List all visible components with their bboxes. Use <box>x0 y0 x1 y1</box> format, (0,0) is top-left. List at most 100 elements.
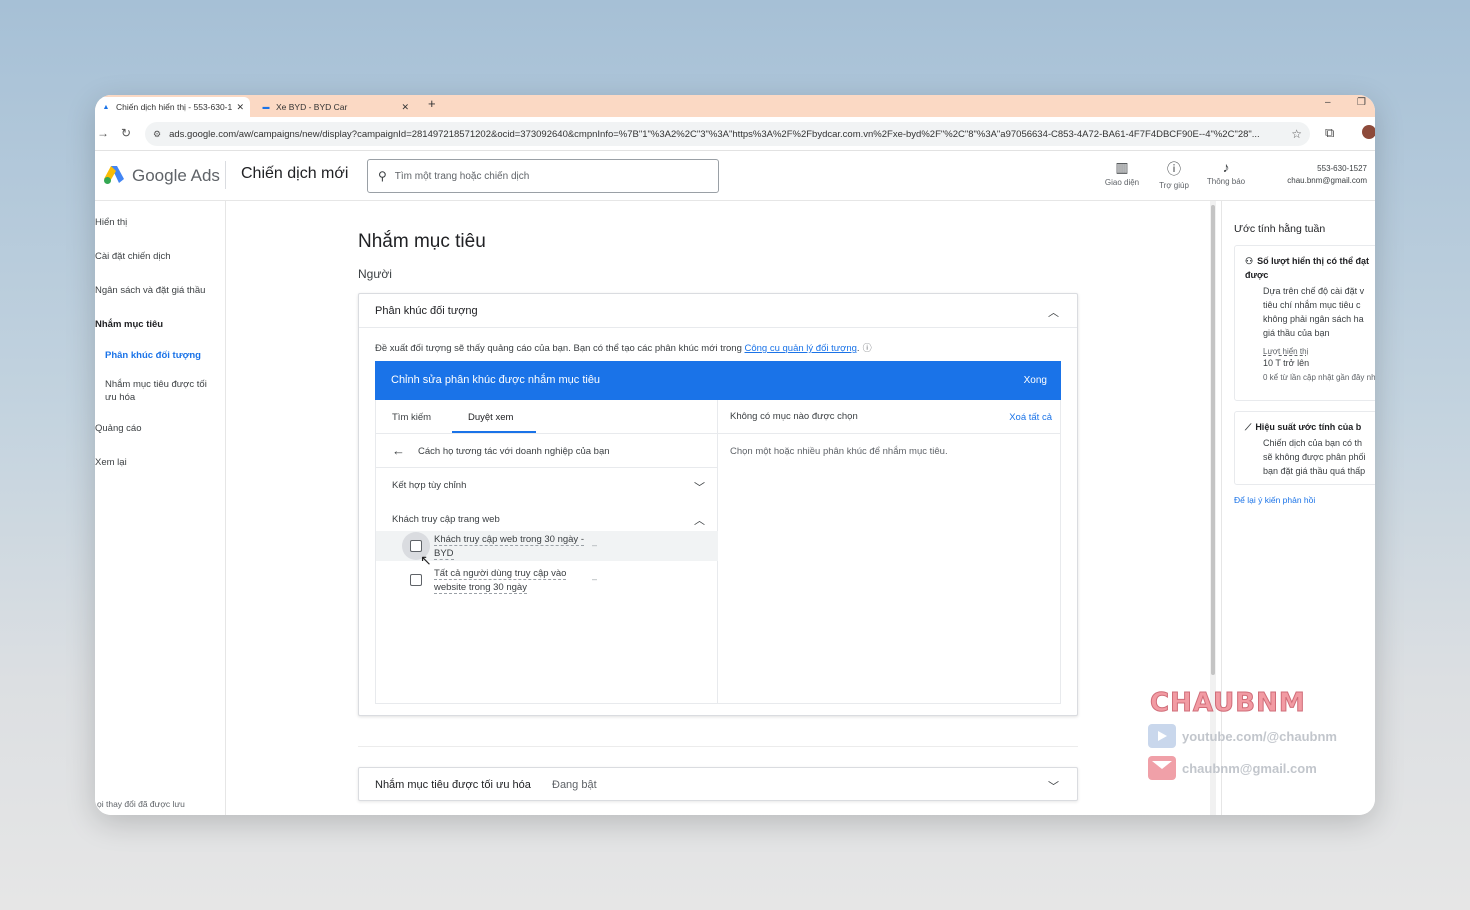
save-status: ọi thay đổi đã được lưu <box>97 799 185 809</box>
byd-favicon-icon: ▬ <box>262 103 270 111</box>
update-note: 0 kể từ lần cập nhật gần đây nhất <box>1263 373 1375 382</box>
search-input[interactable]: ⚲ Tìm một trang hoặc chiến dịch <box>367 159 719 193</box>
new-tab-button[interactable]: + <box>428 96 436 111</box>
card-header[interactable]: Phân khúc đối tượng ︿ <box>359 294 1077 328</box>
minimize-button[interactable]: – <box>1325 97 1331 108</box>
youtube-icon <box>1148 724 1176 748</box>
card-title: Nhắm mục tiêu được tối ưu hóa <box>375 779 531 791</box>
chevron-up-icon[interactable]: ︿ <box>694 512 705 528</box>
category-label: Cách họ tương tác với doanh nghiệp của b… <box>418 446 610 457</box>
help-label: Trợ giúp <box>1159 181 1189 190</box>
bell-icon: ♪ <box>1222 159 1230 175</box>
brand-name: Google Ads <box>132 166 220 185</box>
help-circle-icon[interactable]: ⓘ <box>863 343 872 353</box>
clear-all-button[interactable]: Xoá tất cả <box>1009 412 1052 423</box>
card-description: Đề xuất đối tượng sẽ thấy quảng cáo của … <box>375 341 872 354</box>
selected-title: Không có mục nào được chọn <box>730 411 858 422</box>
reload-icon[interactable]: ↻ <box>121 126 131 140</box>
performance-card: ⟋ Hiệu suất ước tính của b Chiến dịch của… <box>1234 411 1375 485</box>
impressions-title: ⚇ Số lượt hiển thị có thể đạt được <box>1245 256 1369 280</box>
ads-header: Google Ads Chiến dịch mới ⚲ Tìm một tran… <box>95 151 1375 201</box>
trending-icon: ⟋ <box>1245 422 1252 432</box>
extensions-icon[interactable]: ⧉ <box>1325 125 1334 141</box>
impressions-line: giá thầu của bạn <box>1263 328 1330 338</box>
nav-item-optimized-targeting[interactable]: Nhắm mục tiêu được tối ưu hóa <box>105 378 217 404</box>
address-row: → ↻ ⚙ ads.google.com/aw/campaigns/new/di… <box>95 117 1375 151</box>
address-bar[interactable]: ⚙ ads.google.com/aw/campaigns/new/displa… <box>145 122 1310 146</box>
people-icon: ⚇ <box>1245 256 1254 266</box>
list-item[interactable]: Khách truy cập web trong 30 ngày - BYD –… <box>376 531 718 568</box>
audience-manager-link[interactable]: Công cụ quản lý đối tượng <box>745 343 857 354</box>
chevron-down-icon[interactable]: ﹀ <box>694 479 705 495</box>
segment-checkbox[interactable] <box>410 574 422 586</box>
segment-size: – <box>592 540 598 550</box>
watermark-email: chaubnm@gmail.com <box>1148 756 1317 780</box>
tab-browse[interactable]: Duyệt xem <box>468 412 513 423</box>
main-content: Nhắm mục tiêu Người Phân khúc đối tượng … <box>226 201 1221 815</box>
tab-title: Xe BYD - BYD Car <box>276 102 348 112</box>
chevron-up-icon[interactable]: ︿ <box>1048 304 1059 320</box>
metric-value: 10 T trở lên <box>1263 358 1310 368</box>
nav-item-audience-segments[interactable]: Phân khúc đối tượng <box>105 350 230 361</box>
tab-close-icon[interactable]: ✕ <box>401 102 409 113</box>
active-tab-indicator <box>452 431 536 433</box>
list-item[interactable]: Tất cả người dùng truy cập vào website t… <box>376 565 718 595</box>
browse-panel: Tìm kiếm Duyệt xem ← Cách họ tương tác v… <box>375 400 718 704</box>
nav-item-targeting[interactable]: Nhắm mục tiêu <box>95 319 220 330</box>
google-ads-favicon-icon: ▲ <box>102 103 110 111</box>
email-address: chaubnm@gmail.com <box>1182 760 1317 776</box>
appearance-button[interactable]: ▥ Giao diện <box>1097 159 1147 187</box>
google-ads-logo-icon[interactable] <box>103 165 125 185</box>
account-id: 553-630-1527 <box>1317 164 1367 173</box>
chevron-down-icon[interactable]: ﹀ <box>1048 778 1059 794</box>
nav-item-display[interactable]: Hiển thị <box>95 217 220 228</box>
editor-title: Chỉnh sửa phân khúc được nhắm mục tiêu <box>391 374 601 386</box>
group-custom-combination[interactable]: Kết hợp tùy chỉnh ﹀ <box>376 468 717 502</box>
tab-close-icon[interactable]: ✕ <box>236 102 244 113</box>
appearance-icon: ▥ <box>1115 159 1129 175</box>
account-switcher[interactable]: 553-630-1527 chau.bnm@gmail.com <box>1267 163 1367 187</box>
selected-header: Không có mục nào được chọn Xoá tất cả <box>718 400 1060 434</box>
tab-strip: ▲ Chiến dịch hiển thị - 553-630-1 ✕ ▬ Xe… <box>95 95 1375 117</box>
performance-line: sẽ không được phân phối <box>1263 452 1366 462</box>
header-divider <box>225 161 226 189</box>
help-button[interactable]: ⓘ Trợ giúp <box>1149 159 1199 190</box>
watermark-youtube: youtube.com/@chaubnm <box>1148 724 1337 748</box>
section-title: Nhắm mục tiêu <box>358 231 486 252</box>
impressions-line: Dựa trên chế độ cài đặt v <box>1263 286 1365 296</box>
audience-segments-card: Phân khúc đối tượng ︿ Đề xuất đối tượng … <box>358 293 1078 716</box>
segment-label: Tất cả người dùng truy cập vào website t… <box>434 568 567 594</box>
performance-line: Chiến dịch của bạn có th <box>1263 438 1363 448</box>
impressions-line: không phải ngân sách ha <box>1263 314 1364 324</box>
feedback-link[interactable]: Để lại ý kiến phản hồi <box>1234 495 1315 505</box>
appearance-label: Giao diện <box>1104 178 1140 187</box>
impressions-line: tiêu chí nhắm mục tiêu c <box>1263 300 1361 310</box>
youtube-handle: youtube.com/@chaubnm <box>1182 728 1337 744</box>
back-row[interactable]: ← Cách họ tương tác với doanh nghiệp của… <box>376 434 717 468</box>
profile-avatar[interactable] <box>1362 125 1375 139</box>
site-settings-icon[interactable]: ⚙ <box>153 129 161 140</box>
description-text: Đề xuất đối tượng sẽ thấy quảng cáo của … <box>375 343 745 354</box>
status-text: Đang bật <box>552 779 597 791</box>
nav-item-ads[interactable]: Quảng cáo <box>95 423 220 434</box>
notifications-button[interactable]: ♪ Thông báo <box>1201 159 1251 186</box>
nav-item-review[interactable]: Xem lại <box>95 457 220 468</box>
nav-item-budget-bidding[interactable]: Ngân sách và đặt giá thầu <box>95 285 220 296</box>
section-divider <box>358 746 1078 747</box>
nav-item-campaign-settings[interactable]: Cài đặt chiến dịch <box>95 251 220 262</box>
tab-search[interactable]: Tìm kiếm <box>392 412 431 423</box>
panel-title: Ước tính hằng tuần <box>1234 223 1326 235</box>
done-button[interactable]: Xong <box>1024 375 1047 386</box>
url-text: ads.google.com/aw/campaigns/new/display?… <box>169 128 1260 140</box>
selected-hint: Chọn một hoặc nhiều phân khúc để nhắm mụ… <box>730 446 948 457</box>
restore-button[interactable]: ❐ <box>1357 97 1366 108</box>
description-end: . <box>856 343 860 354</box>
scrollbar-thumb[interactable] <box>1211 205 1215 675</box>
browser-tab-active[interactable]: ▲ Chiến dịch hiển thị - 553-630-1 ✕ <box>95 97 250 117</box>
browser-tab[interactable]: ▬ Xe BYD - BYD Car ✕ <box>255 97 415 117</box>
optimized-targeting-card[interactable]: Nhắm mục tiêu được tối ưu hóa Đang bật ﹀ <box>358 767 1078 801</box>
forward-icon[interactable]: → <box>97 126 109 140</box>
segment-checkbox[interactable] <box>410 540 422 552</box>
bookmark-star-icon[interactable]: ☆ <box>1291 127 1302 141</box>
back-arrow-icon[interactable]: ← <box>392 443 405 458</box>
